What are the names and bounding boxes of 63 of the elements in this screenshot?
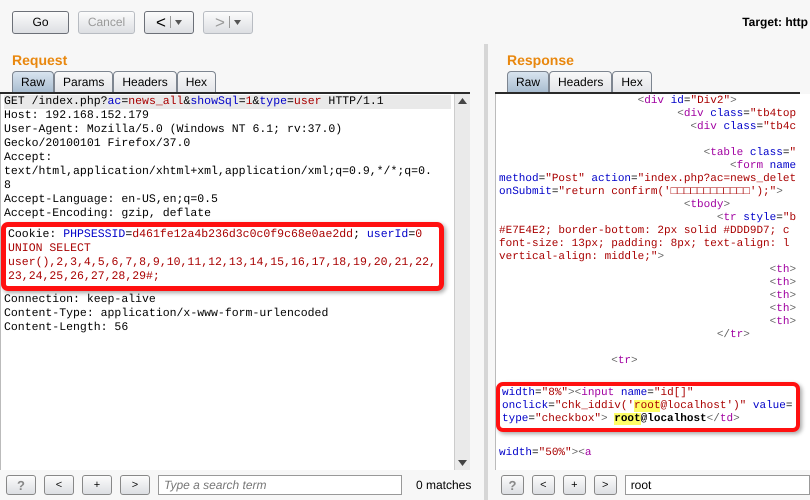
panel-title: Response: [506, 50, 575, 70]
code-line: #E7E4E2; border-bottom: 2px solid #DDD9D7; c: [499, 225, 790, 238]
panel-title: Request: [11, 50, 68, 70]
nav-button[interactable]: +: [562, 475, 586, 495]
nav-button[interactable]: <: [44, 475, 74, 495]
code-line: <th>: [768, 290, 798, 303]
caret-icon: [174, 20, 182, 24]
message-editor[interactable]: [0, 94, 470, 470]
code-line: </tr>: [716, 329, 751, 342]
code-line: <table class=": [702, 147, 798, 160]
code-line: User-Agent: Mozilla/5.0 (Windows NT 6.1; rv:37.0): [4, 123, 344, 137]
code-line: <tr>: [610, 355, 639, 368]
code-line: Host: 192.168.152.179: [4, 109, 150, 123]
code-line: Accept:: [4, 151, 54, 165]
tab[interactable]: Raw: [507, 71, 550, 92]
code-line: method="Post" action="index.php?ac=news_delet: [499, 173, 798, 186]
code-line: font-size: 13px; padding: 8px; text-align: l: [499, 238, 790, 251]
code-line: <div id="Div2">: [636, 95, 738, 108]
tab[interactable]: Hex: [612, 71, 652, 92]
code-line: <tbody>: [682, 199, 732, 212]
code-line: <th>: [768, 303, 798, 316]
code-line: user(),2,3,4,5,6,7,8,9,10,11,12,13,14,15,16,17,18,19,20,21,22,: [8, 256, 436, 270]
code-line: <tr style="b: [716, 212, 798, 225]
search-field[interactable]: Type a search term: [158, 475, 402, 495]
code-line: 23,24,25,26,27,28,29#;: [8, 270, 161, 284]
code-line: <th>: [768, 264, 798, 277]
target-label: Target: http: [742, 15, 809, 29]
code-line: width="8%"><input name="id[]": [502, 387, 694, 400]
code-line: <div class="tb4top: [676, 108, 798, 121]
caret-icon: [234, 20, 241, 24]
history-button[interactable]: <: [144, 10, 194, 34]
code-line: onSubmit="return confirm('□□□□□□□□□□□□');">: [499, 186, 784, 199]
match-count: 0 matches: [416, 478, 472, 492]
nav-button[interactable]: <: [532, 475, 555, 495]
tab[interactable]: Hex: [176, 71, 216, 92]
message-editor[interactable]: [495, 94, 810, 470]
scrollbar[interactable]: [454, 94, 470, 470]
code-line: <form name: [729, 160, 798, 173]
search-field[interactable]: root: [624, 475, 810, 495]
code-line: <th>: [768, 277, 798, 290]
tab[interactable]: Params: [54, 71, 114, 92]
code-line: Accept-Language: en-US,en;q=0.5: [4, 193, 219, 207]
code-line: UNION SELECT: [8, 242, 92, 256]
tab[interactable]: Headers: [113, 71, 177, 92]
code-line: Accept-Encoding: gzip, deflate: [4, 207, 212, 221]
code-line: width="50%"><a: [499, 447, 592, 460]
code-line: Content-Type: application/x-www-form-urlencoded: [4, 307, 330, 321]
toolbar-button[interactable]: Go: [12, 10, 69, 34]
code-line: <th>: [768, 316, 798, 329]
code-line: Connection: keep-alive: [4, 293, 157, 307]
code-line: vertical-align: middle;">: [499, 251, 666, 264]
nav-button[interactable]: >: [594, 475, 617, 495]
nav-button[interactable]: >: [120, 475, 150, 495]
code-line: text/html,application/xhtml+xml,application/xml;q=0.9,*/*;q=0.: [4, 165, 433, 179]
code-line: Cookie: PHPSESSID=d461fe12a4b236d3c0c0f9c68e0ae2dd; userId=0: [8, 228, 424, 242]
code-line: Content-Length: 56: [4, 321, 130, 335]
code-line: 8: [4, 179, 12, 193]
code-line: <div class="tb4c: [689, 121, 798, 134]
code-line: onclick="chk_iddiv('root@localhost')" value=: [502, 400, 792, 413]
code-line: Gecko/20100101 Firefox/37.0: [4, 137, 192, 151]
tab[interactable]: Headers: [549, 71, 612, 92]
nav-button[interactable]: +: [82, 475, 112, 495]
tab[interactable]: Raw: [12, 71, 54, 92]
